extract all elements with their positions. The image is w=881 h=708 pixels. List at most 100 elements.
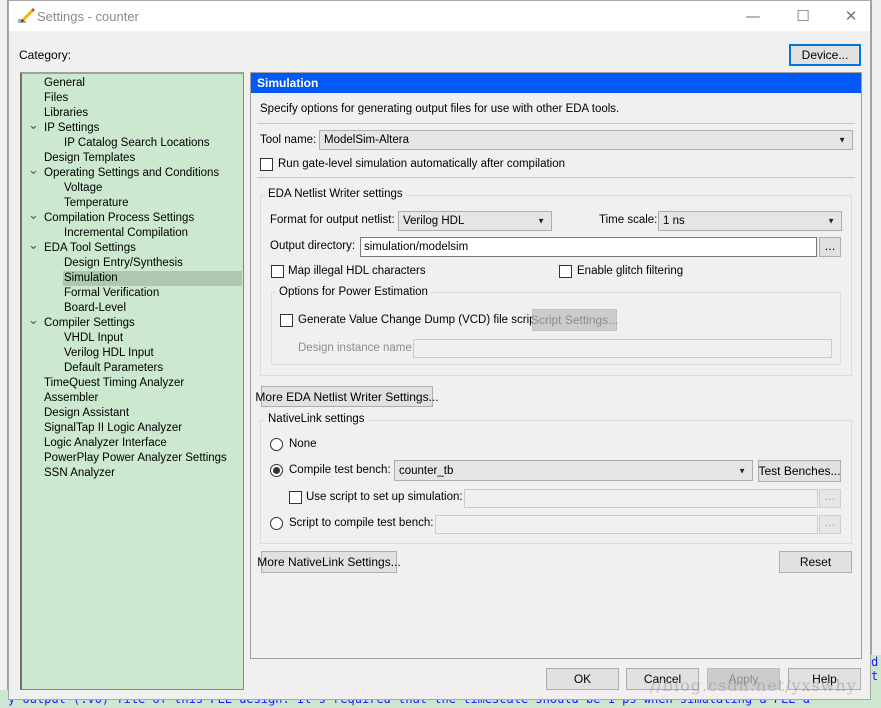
script-compile-input[interactable]	[435, 515, 818, 534]
tree-item-files[interactable]: Files	[43, 91, 68, 106]
tree-item-simulation[interactable]: Simulation	[63, 271, 242, 286]
settings-dialog: Settings - counter — ☐ ✕ Category: Devic…	[8, 0, 871, 700]
run-gate-level-checkbox[interactable]	[260, 158, 273, 171]
tree-item-assembler[interactable]: Assembler	[43, 391, 98, 406]
divider	[257, 123, 855, 124]
chevron-down-icon[interactable]: ⌄	[28, 239, 39, 252]
background-editor-right: d t	[871, 655, 881, 690]
window-title: Settings - counter	[37, 9, 139, 24]
tree-item-design-templates[interactable]: Design Templates	[43, 151, 135, 166]
script-compile-browse-button[interactable]: ...	[819, 515, 841, 534]
test-bench-select[interactable]: counter_tb ▼	[394, 460, 753, 481]
power-group-title: Options for Power Estimation	[276, 286, 431, 298]
none-radio[interactable]	[270, 438, 283, 451]
category-tree[interactable]: General Files Libraries ⌄ IP Settings IP Cata…	[20, 72, 244, 690]
format-label: Format for output netlist:	[270, 214, 395, 226]
maximize-icon: ☐	[796, 7, 810, 25]
output-dir-browse-button[interactable]: ...	[819, 237, 841, 257]
use-script-checkbox[interactable]	[289, 491, 302, 504]
timescale-select[interactable]: 1 ns ▼	[658, 211, 842, 231]
none-label: None	[289, 438, 317, 450]
panel-description: Specify options for generating output fi…	[260, 103, 620, 115]
instance-name-label: Design instance name:	[298, 342, 415, 354]
format-select[interactable]: Verilog HDL ▼	[398, 211, 552, 231]
tree-item-default-parameters[interactable]: Default Parameters	[63, 361, 163, 376]
background-app-right-edge	[871, 0, 881, 708]
tool-name-value: ModelSim-Altera	[324, 134, 409, 146]
instance-name-input[interactable]	[413, 339, 832, 358]
vcd-checkbox[interactable]	[280, 314, 293, 327]
timescale-label: Time scale:	[599, 214, 658, 226]
device-button[interactable]: Device...	[789, 44, 861, 66]
maximize-button[interactable]: ☐	[780, 1, 826, 31]
chevron-down-icon[interactable]: ⌄	[28, 209, 39, 222]
script-settings-button[interactable]: Script Settings...	[531, 309, 618, 331]
script-compile-label: Script to compile test bench:	[289, 517, 434, 529]
tree-item-board-level[interactable]: Board-Level	[63, 301, 126, 316]
output-dir-input[interactable]: simulation/modelsim	[360, 237, 817, 257]
format-value: Verilog HDL	[403, 215, 465, 227]
chevron-down-icon[interactable]: ⌄	[28, 314, 39, 327]
tree-item-timequest-timing-analyzer[interactable]: TimeQuest Timing Analyzer	[43, 376, 184, 391]
output-dir-value: simulation/modelsim	[364, 241, 469, 253]
map-illegal-label: Map illegal HDL characters	[288, 265, 426, 277]
title-bar[interactable]: Settings - counter — ☐ ✕	[9, 1, 870, 31]
tree-item-verilog-hdl-input[interactable]: Verilog HDL Input	[63, 346, 154, 361]
use-script-browse-button[interactable]: ...	[819, 489, 841, 508]
run-gate-level-label: Run gate-level simulation automatically …	[278, 158, 566, 170]
close-icon: ✕	[844, 7, 858, 25]
output-dir-label: Output directory:	[270, 240, 356, 252]
timescale-value: 1 ns	[663, 215, 685, 227]
glitch-filter-label: Enable glitch filtering	[577, 265, 684, 277]
dropdown-arrow-icon: ▼	[827, 216, 835, 226]
close-button[interactable]: ✕	[828, 1, 874, 31]
tool-name-select[interactable]: ModelSim-Altera ▼	[319, 130, 853, 150]
reset-button[interactable]: Reset	[779, 551, 852, 573]
tree-item-compiler-settings[interactable]: Compiler Settings	[43, 316, 135, 331]
tree-item-vhdl-input[interactable]: VHDL Input	[63, 331, 123, 346]
more-nativelink-settings-button[interactable]: More NativeLink Settings...	[257, 551, 401, 573]
use-script-input[interactable]	[464, 489, 818, 508]
test-benches-button[interactable]: Test Benches...	[758, 460, 841, 482]
tree-item-powerplay-power-analyzer-settings[interactable]: PowerPlay Power Analyzer Settings	[43, 451, 227, 466]
tree-item-design-entry-synthesis[interactable]: Design Entry/Synthesis	[63, 256, 183, 271]
tree-item-ssn-analyzer[interactable]: SSN Analyzer	[43, 466, 115, 481]
ok-button[interactable]: OK	[546, 668, 619, 690]
tree-item-design-assistant[interactable]: Design Assistant	[43, 406, 129, 421]
chevron-down-icon[interactable]: ⌄	[28, 164, 39, 177]
category-label: Category:	[19, 48, 72, 62]
tree-item-ip-settings[interactable]: IP Settings	[43, 121, 99, 136]
minimize-icon: —	[745, 7, 761, 25]
minimize-button[interactable]: —	[730, 1, 776, 31]
tree-item-incremental-compilation[interactable]: Incremental Compilation	[63, 226, 188, 241]
compile-test-bench-label: Compile test bench:	[289, 464, 391, 476]
dropdown-arrow-icon: ▼	[838, 135, 846, 145]
vcd-label: Generate Value Change Dump (VCD) file sc…	[298, 314, 539, 326]
tool-name-label: Tool name:	[260, 134, 317, 146]
chevron-down-icon[interactable]: ⌄	[28, 119, 39, 132]
tree-item-eda-tool-settings[interactable]: EDA Tool Settings	[43, 241, 136, 256]
simulation-panel: Simulation Specify options for generatin…	[250, 72, 862, 659]
map-illegal-checkbox[interactable]	[271, 265, 284, 278]
use-script-label: Use script to set up simulation:	[306, 491, 463, 503]
tree-item-formal-verification[interactable]: Formal Verification	[63, 286, 159, 301]
tree-item-temperature[interactable]: Temperature	[63, 196, 129, 211]
glitch-filter-checkbox[interactable]	[559, 265, 572, 278]
script-compile-radio[interactable]	[270, 517, 283, 530]
dropdown-arrow-icon: ▼	[537, 216, 545, 226]
netlist-group-title: EDA Netlist Writer settings	[265, 188, 406, 200]
test-bench-value: counter_tb	[399, 464, 454, 477]
panel-header: Simulation	[251, 73, 861, 93]
tree-item-operating-settings-and-conditions[interactable]: Operating Settings and Conditions	[43, 166, 219, 181]
tree-item-general[interactable]: General	[43, 76, 85, 91]
watermark-text: //blog.csdn.net/yxswhy	[650, 676, 857, 695]
compile-test-bench-radio[interactable]	[270, 464, 283, 477]
tree-item-signaltap-ii-logic-analyzer[interactable]: SignalTap II Logic Analyzer	[43, 421, 182, 436]
tree-item-voltage[interactable]: Voltage	[63, 181, 102, 196]
tree-item-libraries[interactable]: Libraries	[43, 106, 88, 121]
more-netlist-settings-button[interactable]: More EDA Netlist Writer Settings...	[255, 386, 439, 407]
tree-item-logic-analyzer-interface[interactable]: Logic Analyzer Interface	[43, 436, 167, 451]
tree-item-compilation-process-settings[interactable]: Compilation Process Settings	[43, 211, 194, 226]
divider	[257, 177, 855, 178]
tree-item-ip-catalog-search-locations[interactable]: IP Catalog Search Locations	[63, 136, 210, 151]
